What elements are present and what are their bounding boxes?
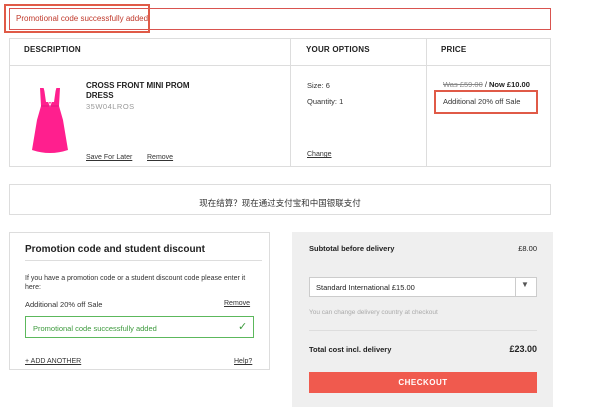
product-image[interactable] (30, 84, 70, 156)
option-size: Size: 6 (307, 81, 330, 90)
option-quantity: Quantity: 1 (307, 97, 344, 106)
remove-promo-link[interactable]: Remove (224, 300, 250, 307)
save-for-later-link[interactable]: Save For Later (86, 154, 132, 161)
header-description: DESCRIPTION (24, 45, 81, 54)
header-options: YOUR OPTIONS (306, 45, 370, 54)
chevron-down-icon[interactable]: ▼ (521, 280, 529, 289)
subtotal-label: Subtotal before delivery (309, 244, 395, 253)
header-price: PRICE (441, 45, 467, 54)
promo-description: If you have a promotion code or a studen… (25, 275, 246, 291)
product-code: 35W04LROS (86, 102, 135, 111)
table-col-divider (290, 38, 291, 167)
delivery-select-value[interactable]: Standard International £15.00 (316, 283, 415, 292)
change-options-link[interactable]: Change (307, 151, 332, 158)
table-header-divider (9, 65, 551, 66)
price-line: Was £59.00 / Now £10.00 (443, 80, 530, 89)
payment-banner-text: 现在结算？现在通过支付宝和中国银联支付 (199, 198, 361, 208)
remove-item-link[interactable]: Remove (147, 154, 173, 161)
checkout-button[interactable]: CHECKOUT (309, 372, 537, 393)
select-divider (515, 278, 516, 296)
promo-success-text: Promotional code successfully added (33, 324, 157, 333)
summary-divider (309, 330, 537, 331)
total-label: Total cost incl. delivery (309, 345, 392, 354)
delivery-note: You can change delivery country at check… (309, 309, 438, 316)
check-icon: ✓ (238, 321, 248, 333)
dress-shape (32, 88, 68, 153)
highlight-box-sale (434, 90, 538, 114)
highlight-box-notice (4, 4, 150, 33)
add-another-promo-link[interactable]: + ADD ANOTHER (25, 358, 81, 365)
was-price: Was £59.00 (443, 80, 483, 89)
applied-promo: Additional 20% off Sale (25, 300, 103, 309)
promo-title-divider (25, 260, 262, 261)
total-value: £23.00 (509, 344, 537, 354)
table-col-divider (426, 38, 427, 167)
promo-title: Promotion code and student discount (25, 244, 205, 255)
help-link[interactable]: Help? (234, 358, 252, 365)
product-title[interactable]: CROSS FRONT MINI PROM DRESS (86, 81, 206, 101)
now-price: Now £10.00 (489, 80, 530, 89)
subtotal-value: £8.00 (518, 244, 537, 253)
